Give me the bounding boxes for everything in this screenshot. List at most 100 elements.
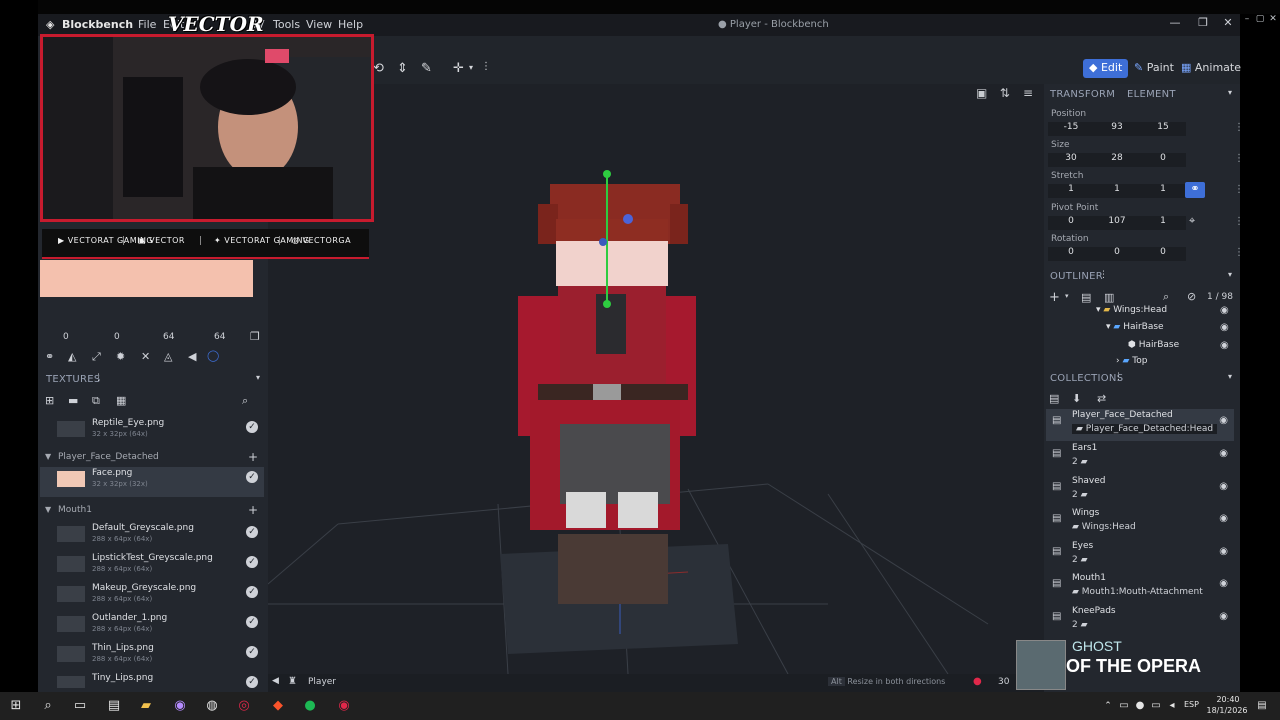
settings-icon[interactable]: ✹ (116, 350, 125, 363)
rotation-z[interactable]: 0 (1140, 247, 1186, 261)
sidebar-toggle-icon[interactable]: ◀ (272, 676, 279, 686)
menu-file[interactable]: File (138, 18, 156, 31)
texture-group[interactable]: ▼ Mouth1 + (40, 503, 264, 519)
notifications-icon[interactable]: ▤ (1254, 698, 1270, 714)
pivot-dropdown-icon[interactable]: ▾ (469, 63, 473, 72)
uv-editor-preview[interactable] (40, 260, 253, 297)
resize-tool-icon[interactable]: ⇕ (397, 61, 408, 76)
toolbar-more-icon[interactable]: ⋮ (481, 61, 491, 72)
network-icon[interactable]: ▭ (1148, 698, 1164, 714)
task-view-icon[interactable]: ▭ (72, 698, 88, 714)
add-group-icon[interactable]: ▤ (1081, 291, 1091, 304)
sort-icon[interactable]: ⇅ (997, 86, 1013, 100)
expand-icon[interactable]: ▼ (45, 452, 51, 461)
check-icon[interactable]: ✓ (246, 676, 258, 688)
outliner-search-icon[interactable]: ⌕ (1163, 290, 1169, 304)
screenshot-icon[interactable]: ▣ (974, 86, 990, 100)
stretch-y[interactable]: 1 (1094, 184, 1140, 198)
collection-item[interactable]: ▤ Ears1 2 ▰ ◉ (1046, 442, 1234, 474)
visibility-eye-icon[interactable]: ◉ (1219, 546, 1228, 557)
texture-group[interactable]: ▼ Player_Face_Detached + (40, 450, 264, 466)
visibility-eye-icon[interactable]: ◉ (1219, 448, 1228, 459)
collection-item[interactable]: ▤ Shaved 2 ▰ ◉ (1046, 475, 1234, 507)
expand-icon[interactable]: ▼ (45, 505, 51, 514)
spotify-icon[interactable]: ● (302, 698, 318, 714)
textures-collapse-icon[interactable]: ▾ (256, 373, 260, 382)
center-pivot-icon[interactable]: ⌖ (1189, 214, 1195, 228)
collection-item[interactable]: ▤ Eyes 2 ▰ ◉ (1046, 540, 1234, 572)
microphone-icon[interactable]: ● (1132, 698, 1148, 714)
brave-browser-icon[interactable]: ◆ (270, 698, 286, 714)
fill-icon[interactable]: ◭ (68, 350, 76, 363)
mode-paint-button[interactable]: ✎ Paint (1128, 59, 1180, 78)
search-icon[interactable]: ⌕ (40, 698, 56, 714)
3d-viewport[interactable]: ▣ ⇅ ≡ (268, 84, 1044, 674)
textures-menu-icon[interactable]: ⋮ (94, 373, 103, 383)
mirror-icon[interactable]: ◬ (164, 350, 172, 363)
texture-item[interactable]: Outlander_1.png 288 x 64px (64x) ✓ (40, 612, 264, 642)
clear-icon[interactable]: ✕ (141, 350, 150, 363)
attachment-icon[interactable]: ⊘ (1187, 290, 1196, 303)
visibility-eye-icon[interactable]: ◉ (1220, 305, 1229, 316)
pivot-tool-icon[interactable]: ✛ (453, 61, 464, 76)
gizmo-center[interactable] (599, 238, 607, 246)
texture-item[interactable]: Thin_Lips.png 288 x 64px (64x) ✓ (40, 642, 264, 672)
tab-element[interactable]: ELEMENT (1127, 89, 1176, 100)
outer-close-icon[interactable]: ✕ (1266, 14, 1280, 28)
link-icon[interactable]: ⚭ (45, 350, 54, 363)
texture-grid-icon[interactable]: ▦ (116, 394, 126, 407)
size-y[interactable]: 28 (1094, 153, 1140, 167)
uv-slider-handle[interactable]: ◯ (207, 349, 219, 362)
menu-tools[interactable]: Tools (273, 18, 300, 31)
size-more-icon[interactable]: ⋮ (1234, 153, 1244, 164)
outliner-group-row[interactable]: › ▰ Top (1116, 356, 1147, 366)
outliner-menu-icon[interactable]: ⋮ (1099, 270, 1108, 280)
language-indicator[interactable]: ESP (1184, 700, 1199, 709)
collection-item[interactable]: ▤ Mouth1 ▰ Mouth1:Mouth-Attachment ◉ (1046, 572, 1234, 604)
stretch-z[interactable]: 1 (1140, 184, 1186, 198)
tray-chevron-icon[interactable]: ⌃ (1100, 698, 1116, 714)
new-collection-icon[interactable]: ▤ (1049, 392, 1059, 405)
check-icon[interactable]: ✓ (246, 646, 258, 658)
texture-item-selected[interactable]: Face.png 32 x 32px (32x) ✓ (40, 467, 264, 497)
position-more-icon[interactable]: ⋮ (1234, 122, 1244, 133)
uv-width[interactable]: 64 (163, 332, 174, 342)
visibility-eye-icon[interactable]: ◉ (1219, 481, 1228, 492)
mode-animate-button[interactable]: ▦ Animate (1175, 59, 1247, 78)
visibility-eye-icon[interactable]: ◉ (1220, 322, 1229, 333)
outliner-group-row[interactable]: ▾ ▰ Wings:Head (1096, 305, 1167, 320)
size-x[interactable]: 30 (1048, 153, 1094, 167)
uv-x[interactable]: 0 (63, 332, 69, 342)
check-icon[interactable]: ✓ (246, 616, 258, 628)
pivot-z[interactable]: 1 (1140, 216, 1186, 230)
add-texture-icon[interactable]: + (248, 503, 258, 517)
minimize-button[interactable]: — (1165, 16, 1185, 34)
add-dropdown-icon[interactable]: ▾ (1065, 292, 1069, 300)
visibility-eye-icon[interactable]: ◉ (1220, 340, 1229, 351)
clock-date[interactable]: 18/1/2026 (1202, 706, 1252, 715)
rotation-y[interactable]: 0 (1094, 247, 1140, 261)
steam-icon[interactable]: ◍ (204, 698, 220, 714)
menu-view[interactable]: View (306, 18, 332, 31)
visibility-eye-icon[interactable]: ◉ (1219, 578, 1228, 589)
check-icon[interactable]: ✓ (246, 471, 258, 483)
uv-y[interactable]: 0 (114, 332, 120, 342)
collections-collapse-icon[interactable]: ▾ (1228, 372, 1232, 381)
texture-item[interactable]: Reptile_Eye.png 32 x 32px (64x) ✓ (40, 417, 264, 447)
outliner-toggle-icon[interactable]: ▥ (1104, 291, 1114, 304)
obs-icon[interactable]: ◉ (336, 698, 352, 714)
rotate-uv-icon[interactable]: ◀ (188, 350, 196, 363)
collection-item[interactable]: ▤ Player_Face_Detached ▰ Player_Face_Det… (1046, 409, 1234, 441)
check-icon[interactable]: ✓ (246, 421, 258, 433)
position-y[interactable]: 93 (1094, 122, 1140, 136)
tab-transform[interactable]: TRANSFORM (1050, 89, 1115, 100)
texture-item[interactable]: Makeup_Greyscale.png 288 x 64px (64x) ✓ (40, 582, 264, 612)
collections-menu-icon[interactable]: ⋮ (1114, 372, 1123, 382)
collection-item[interactable]: ▤ Wings ▰ Wings:Head ◉ (1046, 507, 1234, 539)
size-z[interactable]: 0 (1140, 153, 1186, 167)
sync-collection-icon[interactable]: ⇄ (1097, 392, 1106, 405)
texture-search-icon[interactable]: ⌕ (242, 394, 248, 408)
volume-icon[interactable]: ◂ (1164, 698, 1180, 714)
import-collection-icon[interactable]: ⬇ (1072, 392, 1081, 405)
record-app-icon[interactable]: ◎ (236, 698, 252, 714)
